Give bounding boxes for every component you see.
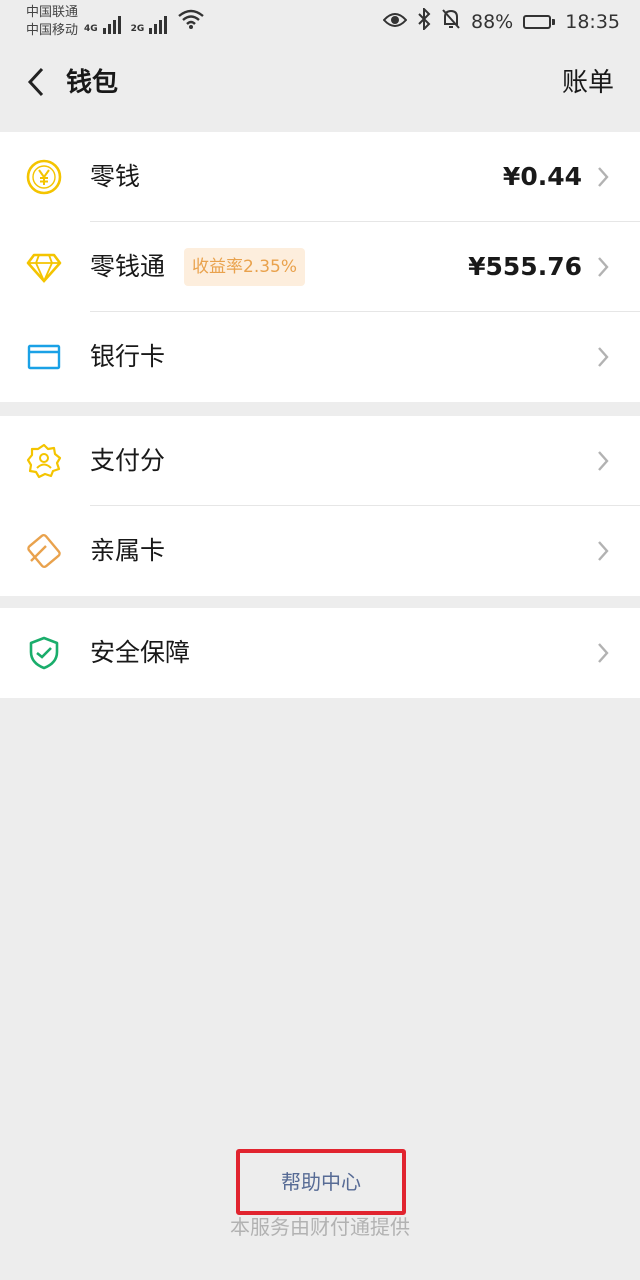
chevron-right-icon [598, 167, 609, 187]
chevron-left-icon [27, 67, 44, 97]
balance-label: 零钱 [90, 162, 141, 191]
chevron-right-icon [598, 541, 609, 561]
family-card-icon [26, 533, 62, 569]
carrier-1: 中国联通 [26, 5, 79, 20]
balance-amount: ¥0.44 [502, 162, 582, 191]
signal-icon [102, 14, 121, 34]
wallet-section-funds: 零钱 ¥0.44 零钱通 收益率2.35% ¥555.76 银行卡 [0, 132, 640, 402]
savings-label: 零钱通 [90, 252, 166, 281]
chevron-right-icon [598, 257, 609, 277]
bill-button[interactable]: 账单 [562, 66, 614, 100]
chevron-right-icon [598, 451, 609, 471]
network-indicators: 4G 2G [84, 8, 205, 34]
signal-icon [149, 14, 168, 34]
row-bankcard[interactable]: 银行卡 [0, 312, 640, 402]
network-type-1: 4G [84, 24, 98, 34]
carrier-labels: 中国联通 中国移动 [26, 4, 78, 40]
nav-bar: 钱包 账单 [0, 46, 640, 122]
page-title: 钱包 [66, 68, 119, 98]
clock: 18:35 [565, 10, 620, 33]
bluetooth-icon [417, 6, 431, 35]
shield-check-icon [26, 635, 62, 671]
yield-rate-badge: 收益率2.35% [184, 248, 306, 286]
mute-bell-icon [441, 8, 461, 35]
chevron-right-icon [598, 347, 609, 367]
status-right: 88% 18:35 [382, 6, 620, 35]
payscore-label: 支付分 [90, 446, 166, 475]
row-familycard[interactable]: 亲属卡 [0, 506, 640, 596]
badge-user-icon [26, 443, 62, 479]
help-center-link[interactable]: 帮助中心 [236, 1168, 406, 1196]
network-type-2: 2G [130, 24, 145, 34]
bankcard-label: 银行卡 [90, 342, 166, 371]
wallet-section-security: 安全保障 [0, 608, 640, 698]
row-savings[interactable]: 零钱通 收益率2.35% ¥555.76 [0, 222, 640, 312]
back-button[interactable] [18, 64, 54, 100]
battery-icon [523, 14, 556, 29]
carrier-2: 中国移动 [26, 23, 79, 38]
status-bar: 中国联通 中国移动 4G 2G 88% 18:35 [0, 0, 640, 46]
savings-amount: ¥555.76 [468, 252, 582, 281]
diamond-icon [26, 249, 62, 285]
wallet-section-services: 支付分 亲属卡 [0, 416, 640, 596]
row-payscore[interactable]: 支付分 [0, 416, 640, 506]
familycard-label: 亲属卡 [90, 536, 166, 565]
row-security[interactable]: 安全保障 [0, 608, 640, 698]
provider-note: 本服务由财付通提供 [230, 1215, 410, 1239]
battery-percent: 88% [471, 10, 514, 33]
chevron-right-icon [598, 643, 609, 663]
row-balance[interactable]: 零钱 ¥0.44 [0, 132, 640, 222]
card-icon [26, 339, 62, 375]
coin-yen-icon [26, 159, 62, 195]
eye-icon [382, 11, 408, 33]
wifi-icon [177, 8, 205, 34]
security-label: 安全保障 [90, 638, 191, 667]
